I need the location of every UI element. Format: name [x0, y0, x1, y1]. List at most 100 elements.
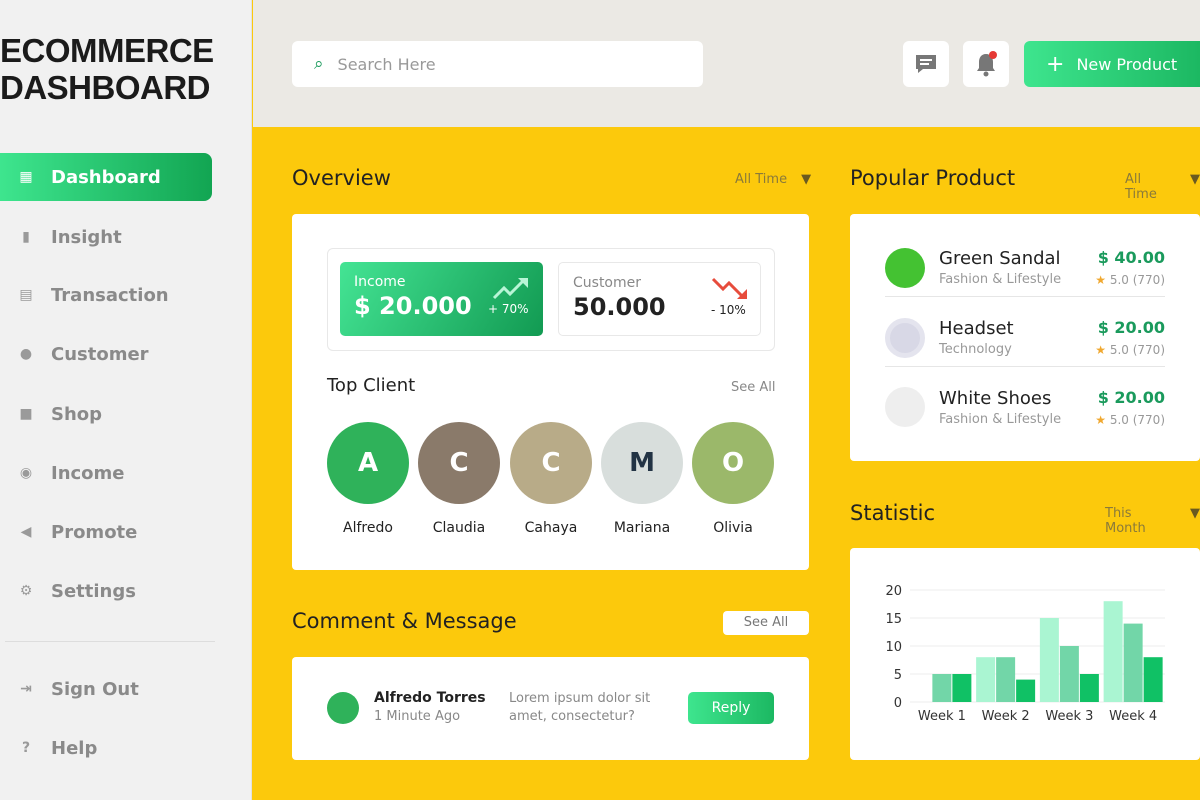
trend-down-icon: [711, 277, 747, 299]
commenter-avatar: [327, 692, 359, 724]
product-price: $ 40.00: [1097, 248, 1165, 267]
product-name: Green Sandal: [939, 248, 1061, 269]
bar: [952, 674, 972, 702]
x-tick-label: Week 4: [1109, 709, 1157, 724]
search-icon: ⌕: [314, 54, 324, 74]
filter-label: All Time: [735, 172, 788, 187]
client-cahaya[interactable]: C Cahaya: [510, 422, 592, 536]
client-name: Alfredo: [343, 520, 393, 536]
bar: [1143, 657, 1163, 702]
product-name: Headset: [939, 318, 1014, 339]
comments-see-all-button[interactable]: See All: [723, 611, 809, 635]
product-item-white-shoes[interactable]: White Shoes Fashion & Lifestyle $ 20.00 ★ 5…: [885, 378, 1165, 436]
avatar: C: [510, 422, 592, 504]
bar: [1039, 618, 1059, 702]
sidebar-item-label: Dashboard: [51, 166, 161, 188]
overview-filter-dropdown[interactable]: All Time ▼: [735, 172, 811, 187]
customer-stat: Customer 50.000 - 10%: [558, 262, 761, 336]
bar: [1079, 674, 1099, 702]
plus-icon: +: [1046, 51, 1065, 77]
top-client-see-all-link[interactable]: See All: [731, 380, 776, 395]
caret-down-icon: ▼: [801, 172, 812, 187]
gear-icon: ⚙: [19, 583, 33, 599]
avatar: A: [327, 422, 409, 504]
sidebar-item-transaction[interactable]: ▤ Transaction: [0, 271, 212, 319]
popular-filter-dropdown[interactable]: All Time ▼: [1125, 172, 1200, 202]
sidebar-item-label: Transaction: [51, 284, 169, 306]
filter-label: This Month: [1105, 506, 1146, 536]
bar: [932, 674, 952, 702]
comments-title: Comment & Message: [292, 609, 517, 633]
product-image: [885, 247, 925, 288]
users-icon: ●: [19, 346, 33, 362]
x-tick-label: Week 3: [1045, 709, 1093, 724]
y-tick-label: 0: [894, 696, 902, 711]
y-tick-label: 5: [894, 668, 902, 683]
coins-icon: ◉: [19, 465, 33, 481]
sidebar-item-label: Shop: [51, 403, 103, 425]
client-name: Olivia: [713, 520, 753, 536]
sidebar-item-label: Promote: [51, 521, 138, 543]
statistic-bar-chart: 0 5 10 15 20 Week 1 Week 2 Week 3 Week 4: [885, 584, 1165, 724]
caret-down-icon: ▼: [1190, 506, 1200, 521]
popular-product-title: Popular Product: [850, 166, 1016, 190]
y-tick-label: 20: [885, 584, 902, 599]
sidebar-divider: [5, 641, 215, 642]
avatar: O: [692, 422, 774, 504]
reply-button[interactable]: Reply: [688, 692, 774, 724]
messages-button[interactable]: [903, 41, 949, 87]
brand-line-2: DASHBOARD: [0, 69, 210, 106]
new-product-button[interactable]: + New Product: [1024, 41, 1200, 87]
sidebar-item-dashboard[interactable]: ▦ Dashboard: [0, 153, 212, 201]
notifications-button[interactable]: [963, 41, 1009, 87]
chat-icon: [916, 55, 936, 73]
trend-up-icon: [492, 278, 528, 300]
sign-out-button[interactable]: ⇥ Sign Out: [0, 665, 212, 713]
client-mariana[interactable]: M Mariana: [601, 422, 683, 536]
avatar: C: [418, 422, 500, 504]
help-label: Help: [51, 737, 98, 759]
product-price: $ 20.00: [1097, 318, 1165, 337]
sidebar-item-shop[interactable]: ■ Shop: [0, 390, 212, 438]
sidebar-item-income[interactable]: ◉ Income: [0, 449, 212, 497]
brand-line-1: ECOMMERCE: [0, 32, 214, 69]
sidebar-item-customer[interactable]: ● Customer: [0, 330, 212, 378]
client-olivia[interactable]: O Olivia: [692, 422, 774, 536]
sign-out-icon: ⇥: [20, 681, 32, 697]
client-claudia[interactable]: C Claudia: [418, 422, 500, 536]
comment-time: 1 Minute Ago: [374, 709, 461, 724]
filter-label: All Time: [1125, 172, 1157, 202]
y-tick-label: 10: [885, 640, 902, 655]
product-rating: 5.0 (770): [1109, 343, 1165, 357]
product-rating: 5.0 (770): [1109, 412, 1165, 427]
star-icon: ★: [1095, 273, 1110, 287]
product-category: Fashion & Lifestyle: [939, 272, 1062, 287]
sidebar-item-promote[interactable]: ◀ Promote: [0, 508, 212, 556]
sidebar-item-label: Settings: [51, 580, 136, 602]
sidebar-item-insight[interactable]: ▮ Insight: [0, 213, 212, 261]
sidebar-item-label: Insight: [51, 226, 122, 248]
overview-title: Overview: [292, 166, 391, 190]
help-button[interactable]: ? Help: [0, 724, 212, 772]
search-placeholder: Search Here: [337, 54, 436, 74]
bell-icon: [977, 51, 997, 77]
brand-logo: ECOMMERCE DASHBOARD: [0, 32, 214, 106]
search-input[interactable]: ⌕ Search Here: [292, 41, 703, 87]
client-name: Cahaya: [524, 520, 578, 536]
product-category: Technology: [939, 342, 1012, 357]
product-item-headset[interactable]: Headset Technology $ 20.00 ★ 5.0 (770): [885, 309, 1165, 367]
customer-change: - 10%: [711, 303, 746, 317]
receipt-icon: ▤: [19, 287, 33, 303]
client-alfredo[interactable]: A Alfredo: [327, 422, 409, 536]
x-tick-label: Week 2: [982, 709, 1030, 724]
product-image: [885, 317, 925, 358]
x-tick-label: Week 1: [918, 709, 966, 724]
client-name: Mariana: [613, 520, 671, 536]
sidebar-item-settings[interactable]: ⚙ Settings: [0, 567, 212, 615]
statistic-filter-dropdown[interactable]: This Month ▼: [1105, 506, 1200, 536]
product-image: [885, 387, 925, 427]
help-icon: ?: [21, 740, 31, 756]
product-item-green-sandal[interactable]: Green Sandal Fashion & Lifestyle $ 40.00 ★ …: [885, 239, 1165, 297]
product-category: Fashion & Lifestyle: [939, 411, 1062, 427]
new-product-label: New Product: [1076, 54, 1178, 74]
